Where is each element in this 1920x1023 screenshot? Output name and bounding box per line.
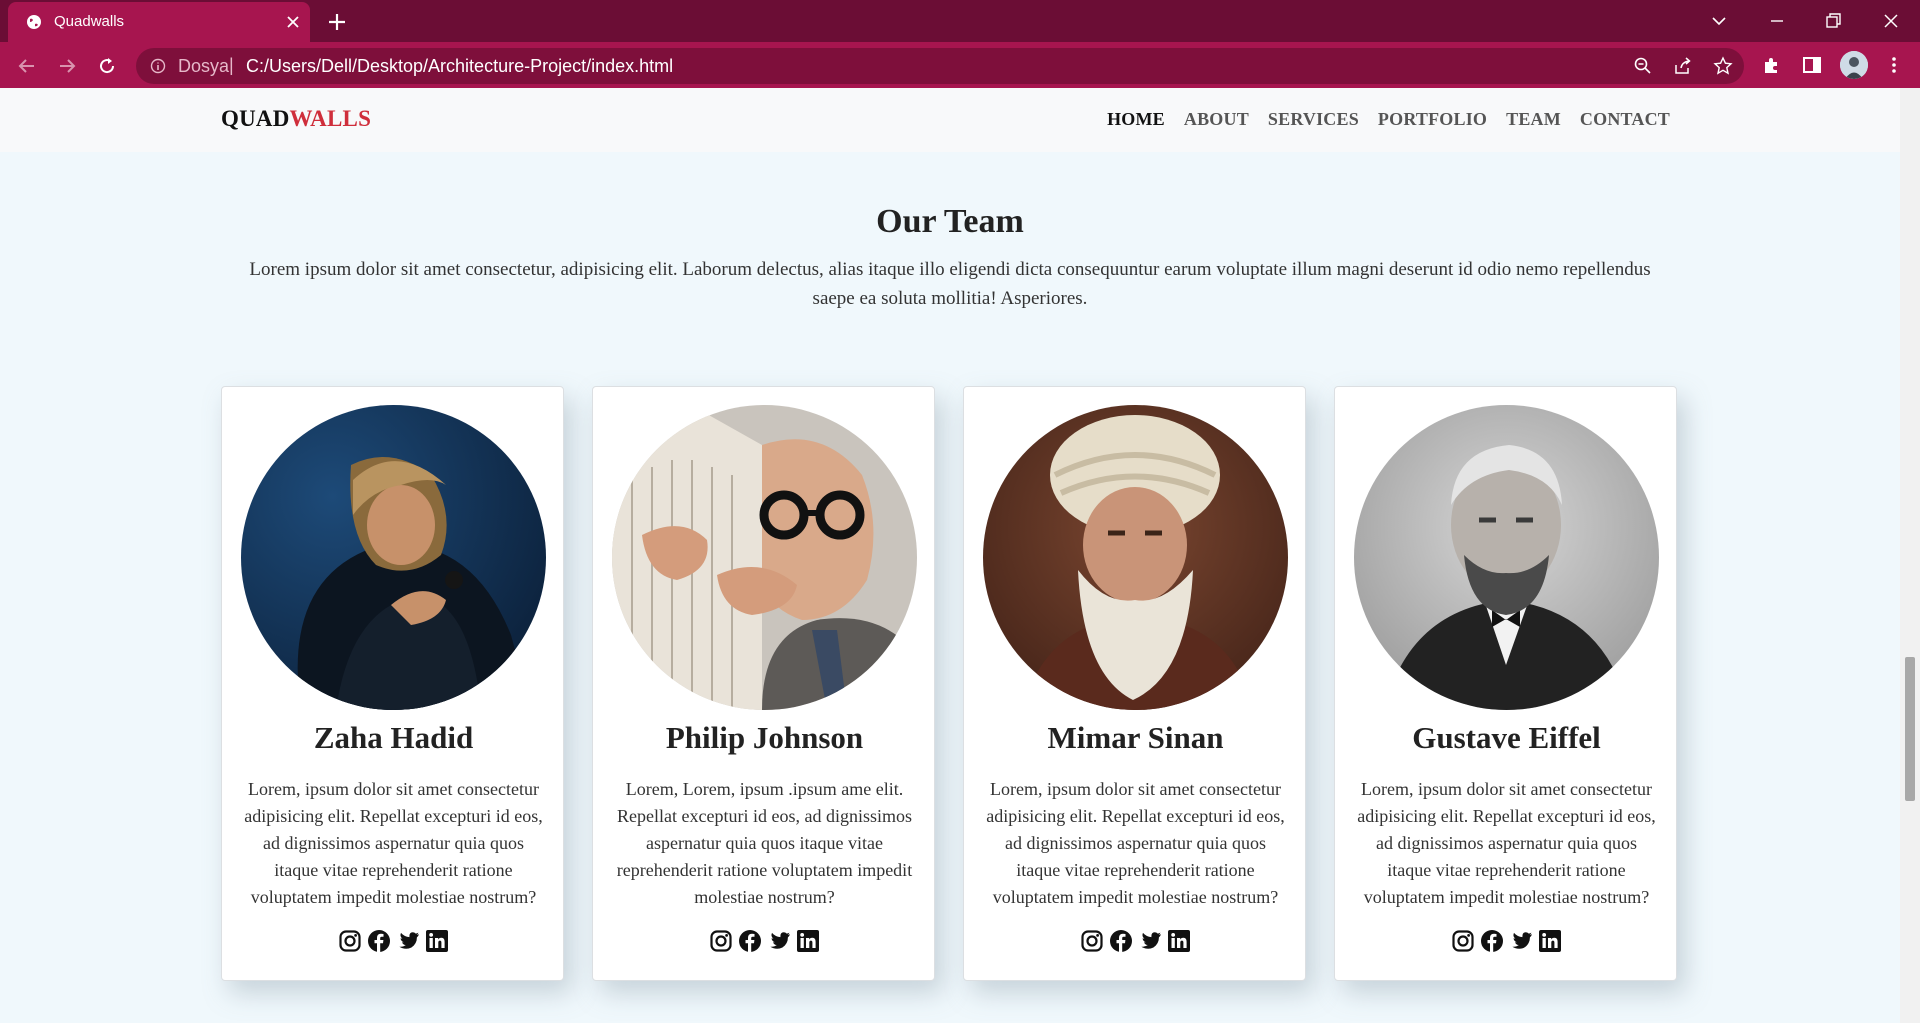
team-card: Zaha Hadid Lorem, ipsum dolor sit amet c… [221, 386, 564, 981]
instagram-icon[interactable] [1451, 929, 1475, 953]
nav-link-about[interactable]: ABOUT [1184, 109, 1249, 130]
close-window-icon[interactable] [1880, 10, 1902, 32]
facebook-icon[interactable] [738, 929, 762, 953]
share-icon[interactable] [1673, 56, 1693, 76]
url-separator: | [229, 55, 234, 75]
twitter-icon[interactable] [1138, 929, 1162, 953]
page-scrollbar[interactable] [1900, 88, 1920, 1023]
facebook-icon[interactable] [1109, 929, 1133, 953]
browser-tab[interactable]: Quadwalls [8, 2, 310, 42]
twitter-icon[interactable] [396, 929, 420, 953]
logo-text-quad: QUAD [221, 106, 290, 131]
zoom-icon[interactable] [1633, 56, 1653, 76]
facebook-icon[interactable] [367, 929, 391, 953]
browser-toolbar: Dosya | C:/Users/Dell/Desktop/Architectu… [0, 42, 1920, 88]
member-name: Philip Johnson [665, 720, 864, 755]
team-section-title: Our Team [876, 203, 1024, 240]
page-viewport: QUADWALLS HOME ABOUT SERVICES PORTFOLIO … [0, 88, 1900, 1023]
profile-picture-icon [1840, 51, 1868, 79]
nav-link-contact[interactable]: CONTACT [1580, 109, 1670, 130]
tab-search-chevron-icon[interactable] [1708, 10, 1730, 32]
member-bio: Lorem, Lorem, ipsum .ipsum ame elit. Rep… [616, 779, 913, 907]
logo-text-walls: WALLS [289, 106, 372, 131]
address-bar[interactable]: Dosya | C:/Users/Dell/Desktop/Architectu… [136, 48, 1744, 84]
browser-menu-icon[interactable] [1883, 54, 1905, 76]
new-tab-icon[interactable] [326, 11, 348, 33]
nav-link-portfolio[interactable]: PORTFOLIO [1378, 109, 1487, 130]
linkedin-icon[interactable] [1167, 929, 1191, 953]
info-icon[interactable] [150, 58, 166, 74]
back-arrow-icon[interactable] [15, 54, 39, 78]
nav-link-home[interactable]: HOME [1107, 109, 1165, 130]
social-links [222, 929, 565, 953]
linkedin-icon[interactable] [1538, 929, 1562, 953]
instagram-icon[interactable] [1080, 929, 1104, 953]
reload-icon[interactable] [95, 54, 119, 78]
scrollbar-thumb[interactable] [1905, 657, 1915, 801]
social-links [593, 929, 936, 953]
member-bio: Lorem, ipsum dolor sit amet consectetur … [1357, 779, 1656, 907]
member-name: Zaha Hadid [313, 720, 474, 755]
side-panel-icon[interactable] [1801, 54, 1823, 76]
tab-title: Quadwalls [54, 13, 125, 30]
forward-arrow-icon[interactable] [55, 54, 79, 78]
nav-link-team[interactable]: TEAM [1506, 109, 1561, 130]
extensions-puzzle-icon[interactable] [1761, 54, 1783, 76]
nav-links: HOME ABOUT SERVICES PORTFOLIO TEAM CONTA… [1107, 109, 1670, 130]
browser-tab-strip: Quadwalls [0, 0, 1920, 42]
member-bio: Lorem, ipsum dolor sit amet consectetur … [244, 779, 543, 907]
portrait-zaha-hadid [241, 405, 546, 710]
site-navbar: QUADWALLS HOME ABOUT SERVICES PORTFOLIO … [0, 88, 1900, 152]
instagram-icon[interactable] [709, 929, 733, 953]
twitter-icon[interactable] [1509, 929, 1533, 953]
instagram-icon[interactable] [338, 929, 362, 953]
site-logo[interactable]: QUADWALLS [221, 106, 371, 132]
twitter-icon[interactable] [767, 929, 791, 953]
team-section-intro: Lorem ipsum dolor sit amet consectetur, … [249, 259, 1651, 309]
member-bio: Lorem, ipsum dolor sit amet consectetur … [986, 779, 1285, 907]
member-name: Mimar Sinan [1047, 720, 1224, 755]
portrait-philip-johnson [612, 405, 917, 710]
bookmark-star-icon[interactable] [1713, 56, 1733, 76]
profile-avatar[interactable] [1840, 51, 1868, 79]
linkedin-icon[interactable] [796, 929, 820, 953]
minimize-icon[interactable] [1766, 10, 1788, 32]
close-tab-icon[interactable] [286, 15, 300, 29]
social-links [964, 929, 1307, 953]
linkedin-icon[interactable] [425, 929, 449, 953]
member-name: Gustave Eiffel [1412, 720, 1601, 755]
nav-link-services[interactable]: SERVICES [1268, 109, 1359, 130]
globe-icon [27, 15, 41, 29]
url-scheme-label: Dosya [178, 56, 230, 76]
url-text[interactable]: C:/Users/Dell/Desktop/Architecture-Proje… [246, 56, 673, 77]
team-card: Gustave Eiffel Lorem, ipsum dolor sit am… [1334, 386, 1677, 981]
portrait-mimar-sinan [983, 405, 1288, 710]
team-card: Mimar Sinan Lorem, ipsum dolor sit amet … [963, 386, 1306, 981]
portrait-gustave-eiffel [1354, 405, 1659, 710]
facebook-icon[interactable] [1480, 929, 1504, 953]
team-card: Philip Johnson Lorem, Lorem, ipsum .ipsu… [592, 386, 935, 981]
social-links [1335, 929, 1678, 953]
restore-icon[interactable] [1822, 10, 1844, 32]
